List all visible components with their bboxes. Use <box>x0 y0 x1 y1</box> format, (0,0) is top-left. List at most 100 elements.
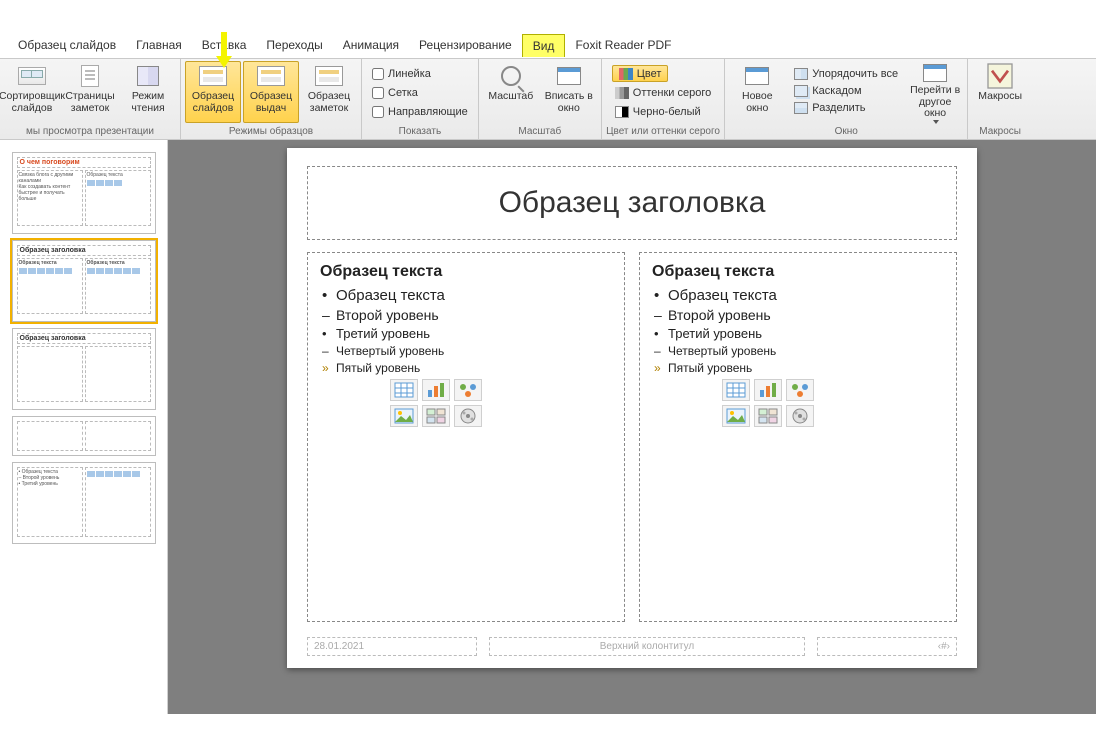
tab-slide-master[interactable]: Образец слайдов <box>8 34 126 56</box>
handout-master-button[interactable]: Образец выдач <box>243 61 299 123</box>
content-icon-grid-right <box>722 379 822 427</box>
cascade-button[interactable]: Каскадом <box>791 82 901 99</box>
insert-chart-icon-r[interactable] <box>754 379 782 401</box>
grayscale-label: Оттенки серого <box>633 87 711 99</box>
bullet-lvl2: Второй уровень <box>320 307 612 323</box>
thumb1-title: О чем поговорим <box>17 157 151 168</box>
insert-media-icon-r[interactable] <box>786 405 814 427</box>
title-placeholder[interactable]: Образец заголовка <box>307 166 957 240</box>
ruler-checkbox[interactable]: Линейка <box>372 65 431 82</box>
insert-table-icon[interactable] <box>390 379 418 401</box>
thumb3-col2 <box>85 346 151 402</box>
slide-master-canvas[interactable]: Образец заголовка Образец текста Образец… <box>287 148 977 668</box>
bullet-lvl5-r: Пятый уровень <box>652 361 944 375</box>
thumbnail-1[interactable]: О чем поговорим Связка блога с другими к… <box>12 152 156 234</box>
bullet-lvl1: Образец текста <box>320 287 612 304</box>
guides-checkbox[interactable]: Направляющие <box>372 103 468 120</box>
split-icon <box>794 102 808 114</box>
tab-animation[interactable]: Анимация <box>333 34 409 56</box>
bullets-right: Образец текста Второй уровень Третий уро… <box>652 287 944 375</box>
content-area: О чем поговорим Связка блога с другими к… <box>0 140 1096 714</box>
thumb5-col2 <box>85 467 151 537</box>
slide-master-label: Образец слайдов <box>186 91 240 114</box>
insert-clipart-icon-r[interactable] <box>754 405 782 427</box>
thumb2-col2: Образец текста <box>85 258 151 314</box>
insert-smartart-icon[interactable] <box>454 379 482 401</box>
bullet-lvl5: Пятый уровень <box>320 361 612 375</box>
reading-view-button[interactable]: Режим чтения <box>120 61 176 123</box>
fit-window-button[interactable]: Вписать в окно <box>541 61 597 123</box>
tab-transitions[interactable]: Переходы <box>256 34 332 56</box>
new-window-label: Новое окно <box>730 91 784 114</box>
group-zoom: Масштаб Вписать в окно Масштаб <box>479 59 602 139</box>
group-macros-label: Макросы <box>972 125 1028 139</box>
insert-media-icon[interactable] <box>454 405 482 427</box>
switch-window-label: Перейти в другое окно <box>908 85 962 120</box>
bullet-lvl2-r: Второй уровень <box>652 307 944 323</box>
group-color: Цвет Оттенки серого Черно-белый Цвет или… <box>602 59 725 139</box>
insert-clipart-icon[interactable] <box>422 405 450 427</box>
ruler-label: Линейка <box>388 68 431 80</box>
group-presentation-views-label: мы просмотра презентации <box>4 125 176 139</box>
insert-chart-icon[interactable] <box>422 379 450 401</box>
thumb1-col1: Связка блога с другими каналамиКак созда… <box>17 170 83 226</box>
zoom-label: Масштаб <box>488 91 533 103</box>
handout-master-label: Образец выдач <box>244 91 298 114</box>
gridlines-label: Сетка <box>388 87 418 99</box>
footer-date-placeholder[interactable]: 28.01.2021 <box>307 637 477 656</box>
footer-slide-number-placeholder[interactable]: ‹#› <box>817 637 957 656</box>
insert-picture-icon-r[interactable] <box>722 405 750 427</box>
thumb3-col1 <box>17 346 83 402</box>
cascade-label: Каскадом <box>812 85 861 97</box>
ribbon-tabs: Образец слайдов Главная Вставка Переходы… <box>0 32 1096 58</box>
notes-page-button[interactable]: Страницы заметок <box>62 61 118 123</box>
color-swatch-icon <box>619 68 633 80</box>
macros-button[interactable]: Макросы <box>972 61 1028 123</box>
tab-foxit[interactable]: Foxit Reader PDF <box>565 34 681 56</box>
slide-sorter-button[interactable]: Сортировщик слайдов <box>4 61 60 123</box>
notes-master-button[interactable]: Образец заметок <box>301 61 357 123</box>
thumbnail-4[interactable] <box>12 416 156 456</box>
content-icon-grid-left <box>390 379 490 427</box>
new-window-button[interactable]: Новое окно <box>729 61 785 123</box>
gridlines-checkbox[interactable]: Сетка <box>372 84 418 101</box>
zoom-button[interactable]: Масштаб <box>483 61 539 123</box>
thumb1-col2: Образец текста <box>85 170 151 226</box>
notes-page-icon <box>74 64 106 88</box>
notes-page-label: Страницы заметок <box>63 91 117 114</box>
tab-review[interactable]: Рецензирование <box>409 34 522 56</box>
insert-smartart-icon-r[interactable] <box>786 379 814 401</box>
thumbnail-2[interactable]: Образец заголовка Образец текста Образец… <box>12 240 156 322</box>
color-button[interactable]: Цвет <box>612 65 669 82</box>
thumb4-col2 <box>85 421 151 451</box>
bw-swatch-icon <box>615 106 629 118</box>
footer-center-placeholder[interactable]: Верхний колонтитул <box>489 637 805 656</box>
zoom-icon <box>495 64 527 88</box>
content-placeholder-right[interactable]: Образец текста Образец текста Второй уро… <box>639 252 957 622</box>
split-button[interactable]: Разделить <box>791 99 901 116</box>
thumbnail-3[interactable]: Образец заголовка <box>12 328 156 410</box>
switch-window-button[interactable]: Перейти в другое окно <box>907 61 963 123</box>
subtitle-right: Образец текста <box>652 263 944 281</box>
slide-editor[interactable]: Образец заголовка Образец текста Образец… <box>168 140 1096 714</box>
fit-label: Вписать в окно <box>542 91 596 114</box>
book-icon <box>132 64 164 88</box>
insert-picture-icon[interactable] <box>390 405 418 427</box>
notes-master-label: Образец заметок <box>302 91 356 114</box>
tab-home[interactable]: Главная <box>126 34 192 56</box>
tab-view[interactable]: Вид <box>522 34 566 57</box>
arrange-all-button[interactable]: Упорядочить все <box>791 65 901 82</box>
thumbnail-5[interactable]: • Образец текста – Второй уровень • Трет… <box>12 462 156 544</box>
insert-table-icon-r[interactable] <box>722 379 750 401</box>
thumb5-col1: • Образец текста – Второй уровень • Трет… <box>17 467 83 537</box>
bw-button[interactable]: Черно-белый <box>612 103 704 120</box>
bullet-lvl4-r: Четвертый уровень <box>652 344 944 358</box>
group-macros: Макросы Макросы <box>968 59 1032 139</box>
group-color-label: Цвет или оттенки серого <box>606 125 720 139</box>
content-placeholder-left[interactable]: Образец текста Образец текста Второй уро… <box>307 252 625 622</box>
group-presentation-views: Сортировщик слайдов Страницы заметок Реж… <box>0 59 181 139</box>
grayscale-button[interactable]: Оттенки серого <box>612 84 714 101</box>
bullet-lvl4: Четвертый уровень <box>320 344 612 358</box>
slide-thumbnails-pane[interactable]: О чем поговорим Связка блога с другими к… <box>0 140 168 714</box>
slide-master-button[interactable]: Образец слайдов <box>185 61 241 123</box>
